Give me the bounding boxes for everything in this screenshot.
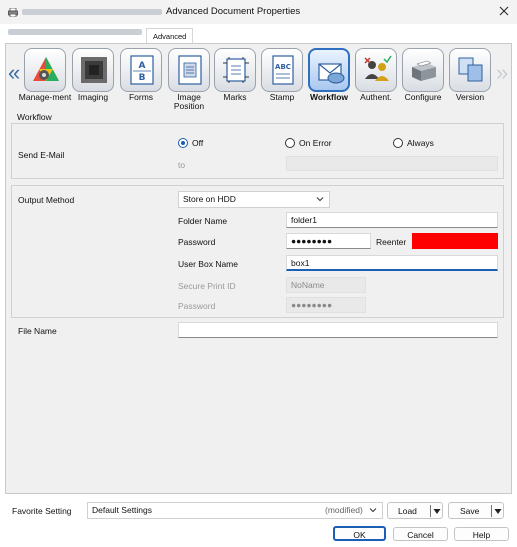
radio-dot — [178, 138, 188, 148]
radio-dot — [285, 138, 295, 148]
tab-device-redacted[interactable] — [8, 29, 142, 35]
stamp-icon: ABC — [261, 48, 303, 92]
toolbar-label: Version — [455, 92, 485, 102]
configure-icon — [402, 48, 444, 92]
chevron-down-icon — [369, 506, 377, 516]
secure-password-label: Password — [178, 301, 216, 311]
load-dropdown-icon[interactable] — [433, 507, 441, 517]
favorite-modified-text: (modified) — [325, 505, 363, 515]
window-title: Advanced Document Properties — [166, 6, 301, 17]
radio-label: Always — [407, 138, 434, 148]
output-method-value: Store on HDD — [183, 194, 236, 204]
version-icon — [449, 48, 491, 92]
help-button[interactable]: Help — [454, 527, 509, 541]
toolbar-item-configure[interactable]: Configure — [400, 48, 446, 106]
cancel-button[interactable]: Cancel — [393, 527, 448, 541]
svg-text:B: B — [139, 73, 146, 83]
save-split-button[interactable]: Save — [448, 502, 504, 519]
file-name-field[interactable] — [178, 322, 498, 338]
toolbar-label: Imaging — [77, 92, 109, 102]
toolbar-label: Stamp — [269, 92, 295, 102]
output-method-select[interactable]: Store on HDD — [178, 191, 330, 208]
scroll-right-icon[interactable]: » — [496, 62, 508, 84]
toolbar-label: Workflow — [309, 92, 349, 102]
device-name-redacted — [22, 9, 162, 15]
save-dropdown-icon[interactable] — [494, 507, 502, 517]
favorite-setting-select[interactable]: Default Settings (modified) — [87, 502, 383, 519]
password-field[interactable]: ●●●●●●●● — [286, 233, 371, 249]
load-split-button[interactable]: Load — [387, 502, 443, 519]
toolbar-label: Forms — [128, 92, 154, 102]
imaging-icon — [72, 48, 114, 92]
workflow-icon — [308, 48, 350, 92]
user-box-name-label: User Box Name — [178, 259, 238, 269]
file-name-label: File Name — [18, 326, 57, 336]
management-icon — [24, 48, 66, 92]
printer-icon — [8, 7, 18, 18]
forms-icon: A B — [120, 48, 162, 92]
to-label: to — [178, 160, 186, 170]
radio-email-on-error[interactable]: On Error — [285, 138, 332, 148]
toolbar-item-marks[interactable]: Marks — [212, 48, 258, 106]
toolbar-item-imaging[interactable]: Imaging — [70, 48, 116, 106]
folder-name-field[interactable]: folder1 — [286, 212, 498, 228]
radio-label: Off — [192, 138, 204, 148]
reenter-label: Reenter — [376, 237, 407, 247]
secure-print-id-field[interactable]: NoName — [286, 277, 366, 293]
radio-email-always[interactable]: Always — [393, 138, 434, 148]
toolbar-item-version[interactable]: Version — [447, 48, 493, 106]
secure-password-field[interactable]: ●●●●●●●● — [286, 297, 366, 313]
toolbar-item-authentication[interactable]: Authent. — [353, 48, 399, 106]
favorite-setting-value: Default Settings — [92, 505, 153, 515]
favorite-setting-label: Favorite Setting — [12, 506, 72, 516]
toolbar-label: Marks — [223, 92, 247, 102]
split-divider — [491, 505, 492, 517]
ok-button[interactable]: OK — [333, 526, 386, 541]
toolbar-item-management[interactable]: Manage-ment — [19, 48, 71, 106]
password-label: Password — [178, 237, 216, 247]
close-button[interactable] — [493, 2, 515, 22]
radio-label: On Error — [299, 138, 332, 148]
toolbar-label: Manage-ment — [18, 92, 72, 102]
reenter-password-field[interactable] — [412, 233, 498, 249]
scroll-left-icon[interactable]: « — [8, 62, 20, 84]
toolbar-item-workflow[interactable]: Workflow — [306, 48, 352, 106]
toolbar-item-image-position[interactable]: Image Position — [166, 48, 212, 111]
toolbar-label: Configure — [404, 92, 442, 102]
send-email-label: Send E-Mail — [18, 150, 65, 160]
secure-print-id-label: Secure Print ID — [178, 281, 236, 291]
section-heading-workflow: Workflow — [17, 112, 52, 122]
split-divider — [430, 505, 431, 517]
folder-name-label: Folder Name — [178, 216, 228, 226]
svg-text:A: A — [139, 61, 146, 71]
image-position-icon — [168, 48, 210, 92]
radio-dot — [393, 138, 403, 148]
close-icon — [499, 6, 509, 18]
authentication-icon — [355, 48, 397, 92]
toolbar-label: Authent. — [360, 92, 392, 102]
toolbar-item-stamp[interactable]: ABC Stamp — [259, 48, 305, 106]
load-button-label: Load — [398, 506, 417, 516]
output-method-label: Output Method — [18, 195, 75, 205]
email-to-field[interactable] — [286, 156, 498, 171]
save-button-label: Save — [460, 506, 480, 516]
user-box-name-field[interactable]: box1 — [286, 255, 498, 271]
radio-email-off[interactable]: Off — [178, 138, 203, 148]
svg-text:ABC: ABC — [275, 63, 291, 71]
marks-icon — [214, 48, 256, 92]
chevron-down-icon — [316, 195, 324, 205]
toolbar-item-forms[interactable]: A B Forms — [118, 48, 164, 106]
tab-advanced[interactable]: Advanced — [146, 28, 194, 44]
